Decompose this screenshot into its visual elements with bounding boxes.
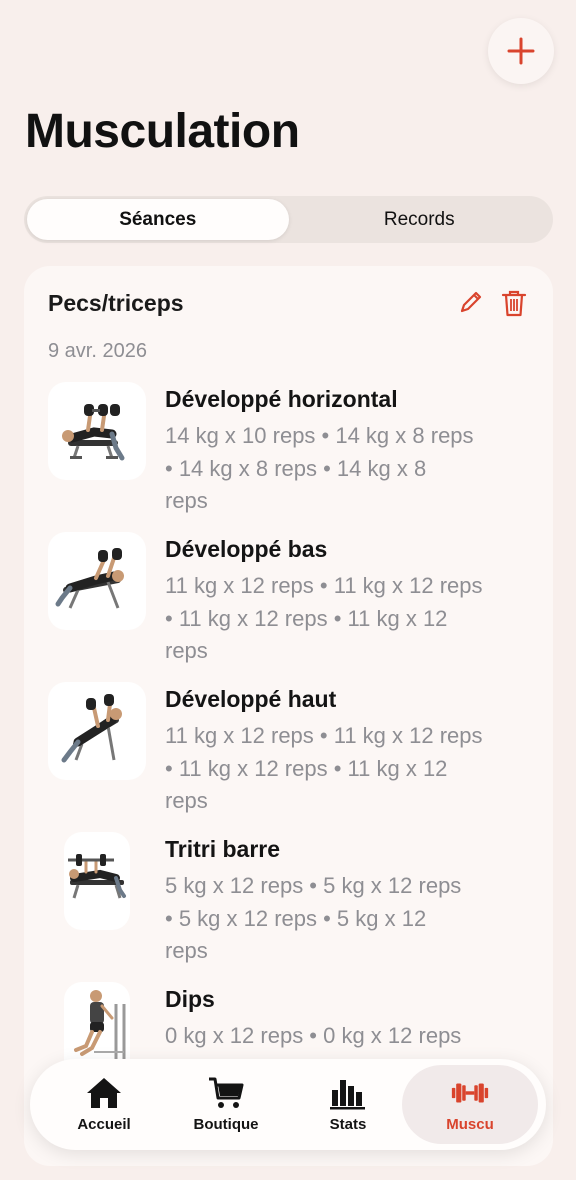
exercise-image bbox=[48, 682, 146, 780]
trash-icon bbox=[501, 290, 527, 317]
add-session-button[interactable] bbox=[488, 18, 554, 84]
tab-label: Stats bbox=[329, 1116, 367, 1133]
tab-muscu[interactable]: Muscu bbox=[402, 1065, 538, 1144]
edit-session-button[interactable] bbox=[457, 288, 485, 316]
exercise-image bbox=[48, 382, 146, 480]
exercise-item[interactable]: Développé haut 11 kg x 12 reps • 11 kg x… bbox=[24, 682, 553, 832]
tab-stats[interactable]: Stats bbox=[288, 1065, 408, 1144]
exercise-sets: 0 kg x 12 reps • 0 kg x 12 reps bbox=[165, 1023, 462, 1048]
bar-chart-icon bbox=[330, 1080, 365, 1110]
exercise-sets: 14 kg x 10 reps • 14 kg x 8 reps • 14 kg… bbox=[165, 423, 474, 513]
exercise-item[interactable]: Développé horizontal 14 kg x 10 reps • 1… bbox=[24, 382, 553, 532]
exercise-image bbox=[48, 532, 146, 630]
exercise-sets: 11 kg x 12 reps • 11 kg x 12 reps • 11 k… bbox=[165, 573, 483, 663]
exercise-name: Développé horizontal bbox=[165, 386, 398, 412]
exercise-name: Développé bas bbox=[165, 536, 328, 562]
tab-accueil[interactable]: Accueil bbox=[44, 1065, 164, 1144]
plus-icon bbox=[507, 37, 535, 65]
delete-session-button[interactable] bbox=[500, 288, 528, 318]
session-date: 9 avr. 2026 bbox=[48, 340, 147, 362]
tab-boutique[interactable]: Boutique bbox=[166, 1065, 286, 1144]
tab-label: Accueil bbox=[77, 1116, 131, 1133]
dumbbell-icon bbox=[451, 1083, 489, 1103]
segmented-control: Séances Records bbox=[24, 196, 553, 243]
tab-seances[interactable]: Séances bbox=[27, 199, 289, 240]
exercise-item[interactable]: Tritri barre 5 kg x 12 reps • 5 kg x 12 … bbox=[24, 832, 553, 982]
tab-records[interactable]: Records bbox=[289, 199, 551, 240]
tab-label: Muscu bbox=[446, 1116, 494, 1133]
page-title: Musculation bbox=[25, 105, 300, 158]
exercise-image bbox=[64, 832, 130, 930]
session-title: Pecs/triceps bbox=[48, 290, 184, 316]
cart-icon bbox=[209, 1077, 244, 1108]
bottom-tab-bar: Accueil Boutique Stats Muscu bbox=[30, 1059, 546, 1150]
screen: Musculation Séances Records Pecs/triceps… bbox=[0, 0, 576, 1180]
exercise-sets: 11 kg x 12 reps • 11 kg x 12 reps • 11 k… bbox=[165, 723, 483, 813]
home-icon bbox=[87, 1078, 121, 1108]
exercise-name: Dips bbox=[165, 986, 215, 1012]
exercise-item[interactable]: Développé bas 11 kg x 12 reps • 11 kg x … bbox=[24, 532, 553, 682]
pencil-icon bbox=[460, 291, 482, 313]
exercise-name: Tritri barre bbox=[165, 836, 281, 862]
exercise-name: Développé haut bbox=[165, 686, 337, 712]
session-card[interactable]: Pecs/triceps 9 avr. 2026 Développé horiz… bbox=[24, 266, 553, 1166]
tab-label: Boutique bbox=[193, 1116, 259, 1133]
exercise-sets: 5 kg x 12 reps • 5 kg x 12 reps • 5 kg x… bbox=[165, 873, 462, 963]
